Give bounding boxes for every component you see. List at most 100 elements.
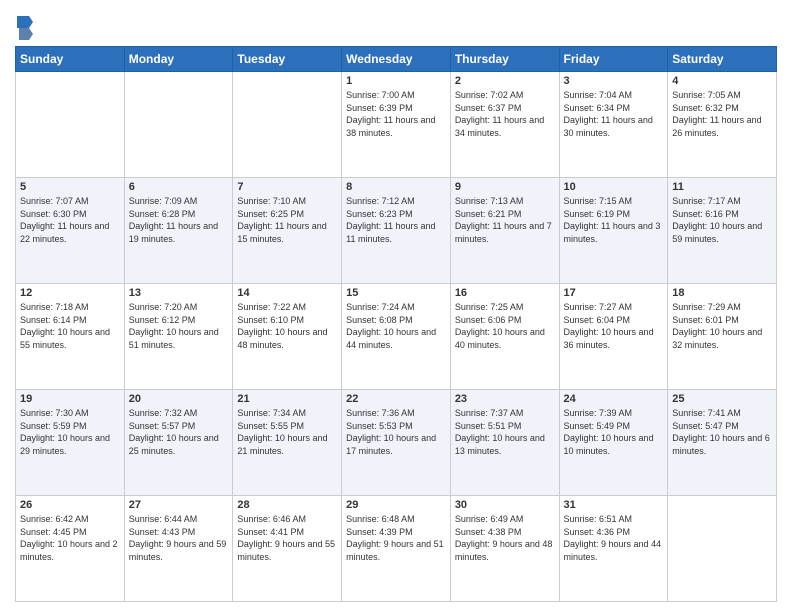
col-header-thursday: Thursday — [450, 47, 559, 72]
calendar-cell: 5Sunrise: 7:07 AMSunset: 6:30 PMDaylight… — [16, 178, 125, 284]
day-number: 11 — [672, 181, 772, 193]
day-info: Sunrise: 7:12 AMSunset: 6:23 PMDaylight:… — [346, 195, 446, 245]
day-number: 28 — [237, 499, 337, 511]
calendar-week-1: 1 Sunrise: 7:00 AMSunset: 6:39 PMDaylight… — [16, 72, 777, 178]
day-number: 9 — [455, 181, 555, 193]
calendar-cell: 28 Sunrise: 6:46 AMSunset: 4:41 PMDayligh… — [233, 496, 342, 602]
day-info: Sunrise: 6:48 AMSunset: 4:39 PMDaylight:… — [346, 513, 446, 563]
day-info: Sunrise: 7:22 AMSunset: 6:10 PMDaylight:… — [237, 301, 337, 351]
day-info: Sunrise: 7:05 AMSunset: 6:32 PMDaylight:… — [672, 89, 772, 139]
calendar-week-2: 5Sunrise: 7:07 AMSunset: 6:30 PMDaylight… — [16, 178, 777, 284]
day-info: Sunrise: 7:02 AMSunset: 6:37 PMDaylight:… — [455, 89, 555, 139]
calendar-cell: 16Sunrise: 7:25 AMSunset: 6:06 PMDayligh… — [450, 284, 559, 390]
calendar-cell: 8 Sunrise: 7:12 AMSunset: 6:23 PMDaylight… — [342, 178, 451, 284]
calendar-cell: 15 Sunrise: 7:24 AMSunset: 6:08 PMDayligh… — [342, 284, 451, 390]
day-info: Sunrise: 7:09 AMSunset: 6:28 PMDaylight:… — [129, 195, 229, 245]
calendar-cell: 24 Sunrise: 7:39 AMSunset: 5:49 PMDayligh… — [559, 390, 668, 496]
calendar-cell: 31 Sunrise: 6:51 AMSunset: 4:36 PMDayligh… — [559, 496, 668, 602]
day-number: 7 — [237, 181, 337, 193]
day-number: 27 — [129, 499, 229, 511]
logo-icon — [15, 14, 35, 40]
day-number: 23 — [455, 393, 555, 405]
calendar-table: SundayMondayTuesdayWednesdayThursdayFrid… — [15, 46, 777, 602]
calendar-cell: 30 Sunrise: 6:49 AMSunset: 4:38 PMDayligh… — [450, 496, 559, 602]
day-number: 24 — [564, 393, 664, 405]
day-number: 29 — [346, 499, 446, 511]
day-number: 31 — [564, 499, 664, 511]
calendar-cell: 20 Sunrise: 7:32 AMSunset: 5:57 PMDayligh… — [124, 390, 233, 496]
day-info: Sunrise: 7:29 AMSunset: 6:01 PMDaylight:… — [672, 301, 772, 351]
day-info: Sunrise: 7:20 AMSunset: 6:12 PMDaylight:… — [129, 301, 229, 351]
day-info: Sunrise: 7:34 AMSunset: 5:55 PMDaylight:… — [237, 407, 337, 457]
calendar-header-row: SundayMondayTuesdayWednesdayThursdayFrid… — [16, 47, 777, 72]
calendar-cell: 14 Sunrise: 7:22 AMSunset: 6:10 PMDayligh… — [233, 284, 342, 390]
day-number: 8 — [346, 181, 446, 193]
day-info: Sunrise: 7:15 AMSunset: 6:19 PMDaylight:… — [564, 195, 664, 245]
calendar-cell: 17 Sunrise: 7:27 AMSunset: 6:04 PMDayligh… — [559, 284, 668, 390]
day-info: Sunrise: 7:30 AMSunset: 5:59 PMDaylight:… — [20, 407, 120, 457]
calendar-cell: 29 Sunrise: 6:48 AMSunset: 4:39 PMDayligh… — [342, 496, 451, 602]
calendar-cell: 7 Sunrise: 7:10 AMSunset: 6:25 PMDaylight… — [233, 178, 342, 284]
day-number: 15 — [346, 287, 446, 299]
day-info: Sunrise: 6:51 AMSunset: 4:36 PMDaylight:… — [564, 513, 664, 563]
calendar-cell: 10 Sunrise: 7:15 AMSunset: 6:19 PMDayligh… — [559, 178, 668, 284]
calendar-cell: 13 Sunrise: 7:20 AMSunset: 6:12 PMDayligh… — [124, 284, 233, 390]
day-info: Sunrise: 7:25 AMSunset: 6:06 PMDaylight:… — [455, 301, 555, 351]
calendar-cell: 1 Sunrise: 7:00 AMSunset: 6:39 PMDaylight… — [342, 72, 451, 178]
col-header-saturday: Saturday — [668, 47, 777, 72]
day-info: Sunrise: 7:36 AMSunset: 5:53 PMDaylight:… — [346, 407, 446, 457]
day-number: 19 — [20, 393, 120, 405]
day-info: Sunrise: 7:37 AMSunset: 5:51 PMDaylight:… — [455, 407, 555, 457]
day-number: 14 — [237, 287, 337, 299]
day-info: Sunrise: 6:49 AMSunset: 4:38 PMDaylight:… — [455, 513, 555, 563]
day-number: 2 — [455, 75, 555, 87]
day-number: 10 — [564, 181, 664, 193]
calendar-cell — [124, 72, 233, 178]
calendar-cell: 19 Sunrise: 7:30 AMSunset: 5:59 PMDayligh… — [16, 390, 125, 496]
calendar-cell: 4 Sunrise: 7:05 AMSunset: 6:32 PMDaylight… — [668, 72, 777, 178]
logo — [15, 14, 37, 40]
calendar-cell: 11 Sunrise: 7:17 AMSunset: 6:16 PMDayligh… — [668, 178, 777, 284]
calendar-cell — [16, 72, 125, 178]
day-number: 18 — [672, 287, 772, 299]
day-info: Sunrise: 7:00 AMSunset: 6:39 PMDaylight:… — [346, 89, 446, 139]
day-info: Sunrise: 7:07 AMSunset: 6:30 PMDaylight:… — [20, 195, 120, 245]
calendar-cell: 25Sunrise: 7:41 AMSunset: 5:47 PMDayligh… — [668, 390, 777, 496]
day-info: Sunrise: 7:04 AMSunset: 6:34 PMDaylight:… — [564, 89, 664, 139]
day-info: Sunrise: 6:44 AMSunset: 4:43 PMDaylight:… — [129, 513, 229, 563]
day-number: 12 — [20, 287, 120, 299]
calendar-cell: 12Sunrise: 7:18 AMSunset: 6:14 PMDayligh… — [16, 284, 125, 390]
day-number: 1 — [346, 75, 446, 87]
col-header-wednesday: Wednesday — [342, 47, 451, 72]
day-info: Sunrise: 6:46 AMSunset: 4:41 PMDaylight:… — [237, 513, 337, 563]
day-number: 3 — [564, 75, 664, 87]
day-number: 26 — [20, 499, 120, 511]
day-number: 30 — [455, 499, 555, 511]
day-info: Sunrise: 7:10 AMSunset: 6:25 PMDaylight:… — [237, 195, 337, 245]
day-number: 21 — [237, 393, 337, 405]
calendar-week-5: 26 Sunrise: 6:42 AMSunset: 4:45 PMDayligh… — [16, 496, 777, 602]
col-header-monday: Monday — [124, 47, 233, 72]
calendar-cell: 22 Sunrise: 7:36 AMSunset: 5:53 PMDayligh… — [342, 390, 451, 496]
day-info: Sunrise: 7:32 AMSunset: 5:57 PMDaylight:… — [129, 407, 229, 457]
day-number: 22 — [346, 393, 446, 405]
day-info: Sunrise: 7:39 AMSunset: 5:49 PMDaylight:… — [564, 407, 664, 457]
day-info: Sunrise: 7:13 AMSunset: 6:21 PMDaylight:… — [455, 195, 555, 245]
day-number: 13 — [129, 287, 229, 299]
day-number: 17 — [564, 287, 664, 299]
day-info: Sunrise: 7:17 AMSunset: 6:16 PMDaylight:… — [672, 195, 772, 245]
day-info: Sunrise: 7:41 AMSunset: 5:47 PMDaylight:… — [672, 407, 772, 457]
calendar-week-3: 12Sunrise: 7:18 AMSunset: 6:14 PMDayligh… — [16, 284, 777, 390]
calendar-cell — [233, 72, 342, 178]
day-number: 20 — [129, 393, 229, 405]
day-info: Sunrise: 6:42 AMSunset: 4:45 PMDaylight:… — [20, 513, 120, 563]
calendar-cell: 3 Sunrise: 7:04 AMSunset: 6:34 PMDaylight… — [559, 72, 668, 178]
calendar-cell: 18 Sunrise: 7:29 AMSunset: 6:01 PMDayligh… — [668, 284, 777, 390]
day-number: 4 — [672, 75, 772, 87]
day-info: Sunrise: 7:27 AMSunset: 6:04 PMDaylight:… — [564, 301, 664, 351]
calendar-cell: 6Sunrise: 7:09 AMSunset: 6:28 PMDaylight… — [124, 178, 233, 284]
calendar-cell: 23 Sunrise: 7:37 AMSunset: 5:51 PMDayligh… — [450, 390, 559, 496]
header — [15, 10, 777, 40]
calendar-cell: 9 Sunrise: 7:13 AMSunset: 6:21 PMDaylight… — [450, 178, 559, 284]
day-info: Sunrise: 7:24 AMSunset: 6:08 PMDaylight:… — [346, 301, 446, 351]
